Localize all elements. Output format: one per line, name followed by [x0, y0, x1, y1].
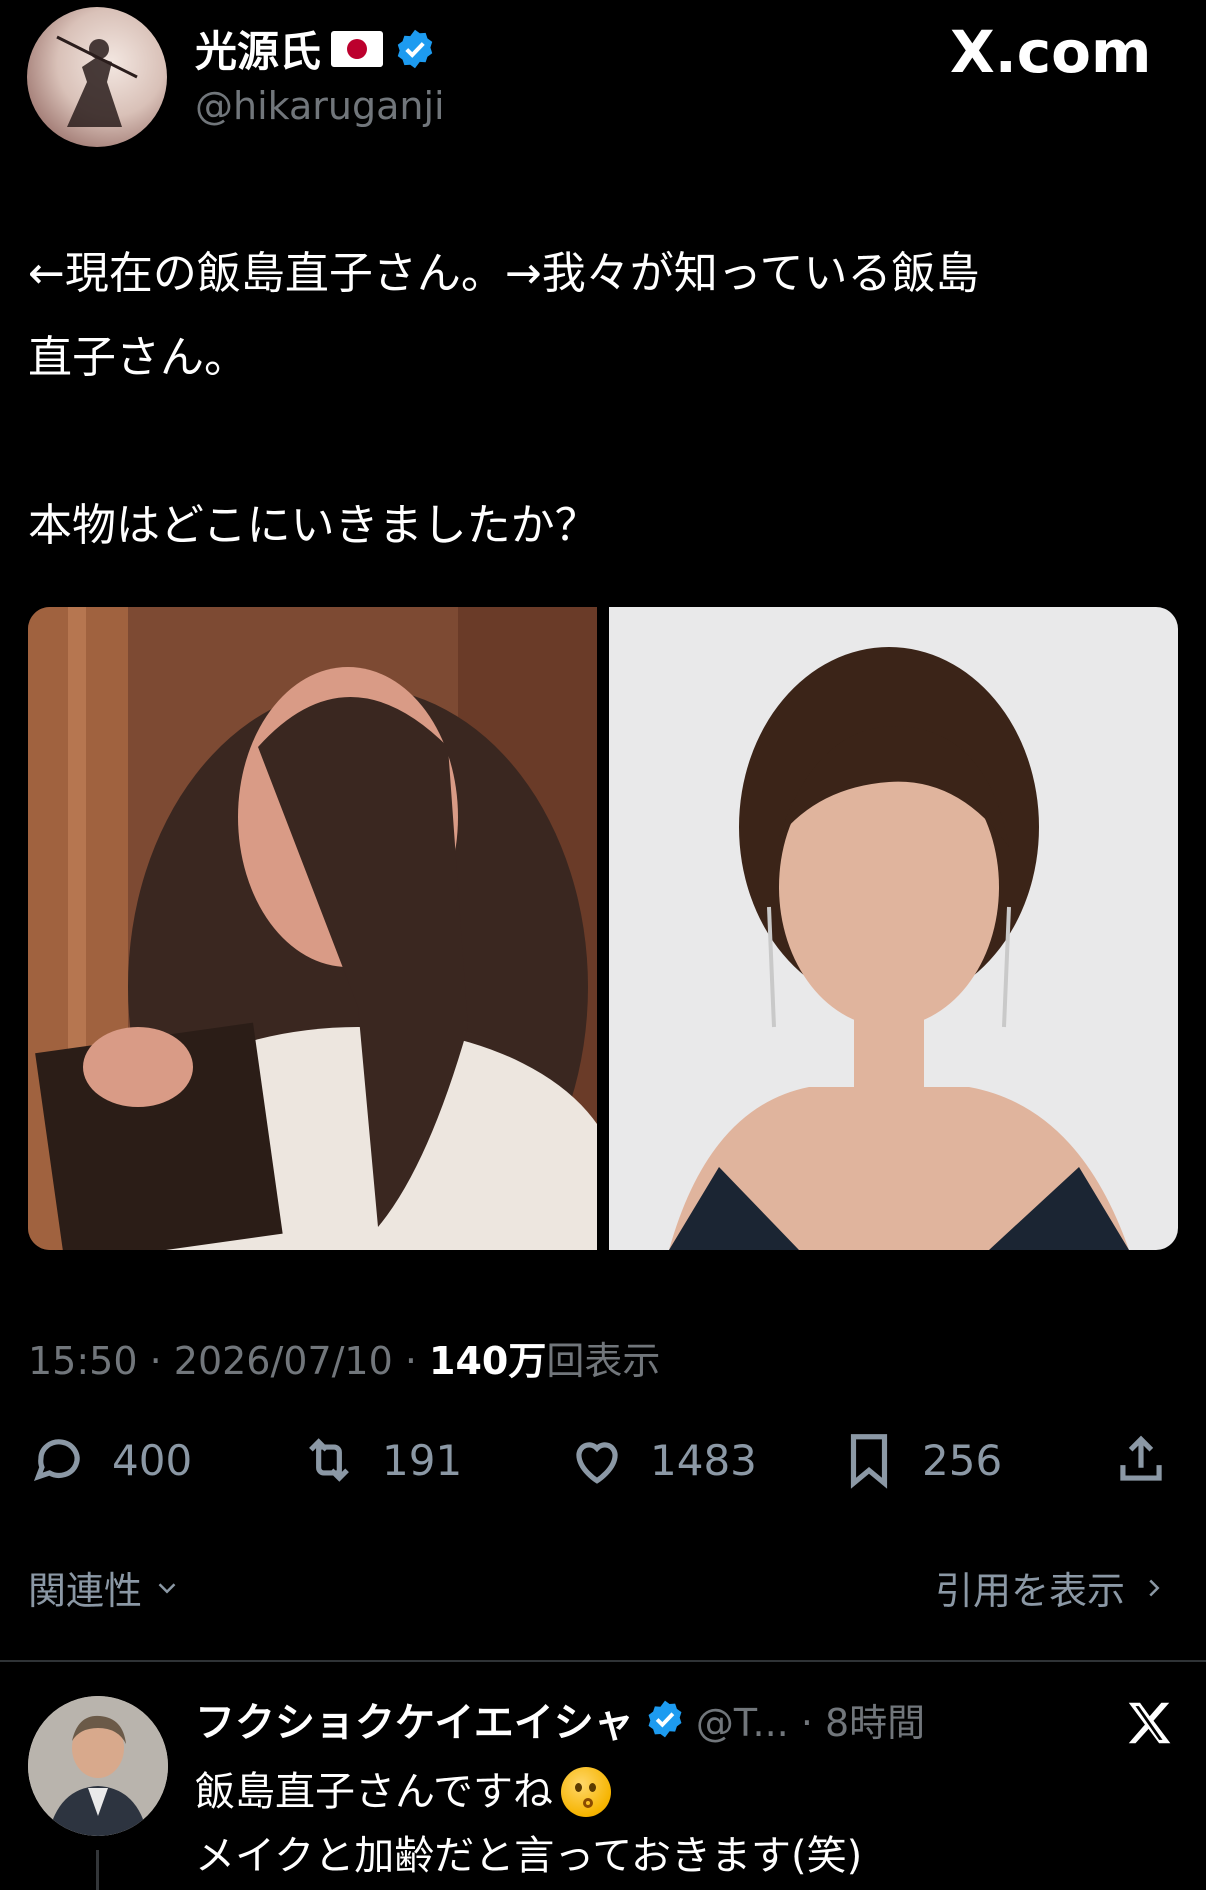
- verified-badge-icon: [648, 1700, 682, 1738]
- tweet-date[interactable]: 2026/07/10: [174, 1339, 393, 1383]
- xcom-watermark: X.com: [950, 18, 1152, 86]
- kissing-face-icon: [561, 1767, 611, 1817]
- tweet-text: ←現在の飯島直子さん。→我々が知っている飯島 直子さん。 本物はどこにいきました…: [28, 232, 1168, 568]
- share-icon: [1120, 1435, 1162, 1481]
- share-button[interactable]: [1110, 1420, 1172, 1500]
- like-count: 1483: [650, 1435, 757, 1485]
- x-logo-icon: [1128, 1702, 1171, 1744]
- verified-badge-icon: [397, 29, 433, 68]
- relevance-label: 関連性: [28, 1569, 143, 1613]
- quotes-label: 引用を表示: [935, 1569, 1126, 1613]
- views-label: 回表示: [546, 1339, 661, 1383]
- reply-button[interactable]: 400: [28, 1420, 192, 1500]
- divider: [0, 1660, 1206, 1662]
- japan-flag-icon: [331, 30, 384, 67]
- reply-line: 飯島直子さんですね: [195, 1760, 1095, 1824]
- heart-icon: [576, 1442, 618, 1484]
- thread-line: [96, 1850, 99, 1890]
- chevron-down-icon: [158, 1582, 176, 1594]
- reply-line-text: メイクと加齢だと言っておきます(笑): [195, 1833, 863, 1879]
- tweet-line: ←現在の飯島直子さん。→我々が知っている飯島: [28, 248, 980, 299]
- reply-count: 400: [112, 1435, 193, 1485]
- reply-text: 飯島直子さんですね メイクと加齢だと言っておきます(笑): [195, 1760, 1095, 1888]
- reply-icon: [33, 1439, 80, 1482]
- retweet-icon: [309, 1438, 349, 1482]
- photo-left[interactable]: [28, 607, 597, 1250]
- reply-line-text: 飯島直子さんですね: [195, 1769, 553, 1815]
- reply-author-name[interactable]: フクショクケイエイシャ: [195, 1690, 634, 1748]
- views-count: 140万: [429, 1339, 547, 1383]
- bookmark-count: 256: [922, 1435, 1003, 1485]
- tweet-media[interactable]: [28, 607, 1178, 1250]
- author-handle[interactable]: @hikaruganji: [195, 84, 445, 128]
- tweet-line: 本物はどこにいきましたか？: [28, 500, 599, 551]
- meta-separator: ·: [392, 1339, 430, 1383]
- tweet-actions: 400 191 1483 256: [28, 1420, 1178, 1500]
- bookmark-icon: [850, 1434, 888, 1489]
- like-button[interactable]: 1483: [566, 1420, 757, 1500]
- reply-avatar[interactable]: [28, 1696, 168, 1836]
- chevron-right-icon: [1149, 1579, 1160, 1596]
- retweet-count: 191: [382, 1435, 463, 1485]
- author-avatar[interactable]: [27, 7, 167, 147]
- tweet-line: 直子さん。: [28, 332, 248, 383]
- reply-line: メイクと加齢だと言っておきます(笑): [195, 1824, 1095, 1888]
- photo-right[interactable]: [609, 607, 1178, 1250]
- tweet-meta: 15:50 · 2026/07/10 · 140万回表示: [28, 1330, 660, 1385]
- reply-header: フクショクケイエイシャ @T... · 8時間: [195, 1690, 925, 1748]
- retweet-button[interactable]: 191: [298, 1420, 462, 1500]
- samurai-silhouette-icon: [56, 35, 138, 127]
- tweet-time[interactable]: 15:50: [28, 1339, 138, 1383]
- author-display-name[interactable]: 光源氏: [195, 18, 321, 79]
- meta-separator: ·: [137, 1339, 174, 1383]
- view-quotes-link[interactable]: 引用を表示: [935, 1560, 1169, 1615]
- author-name-row[interactable]: 光源氏: [195, 18, 437, 79]
- sort-relevance-button[interactable]: 関連性: [28, 1560, 182, 1615]
- reply-handle-time[interactable]: @T... · 8時間: [696, 1692, 925, 1747]
- person-avatar-icon: [28, 1696, 168, 1836]
- bookmark-button[interactable]: 256: [838, 1420, 1002, 1500]
